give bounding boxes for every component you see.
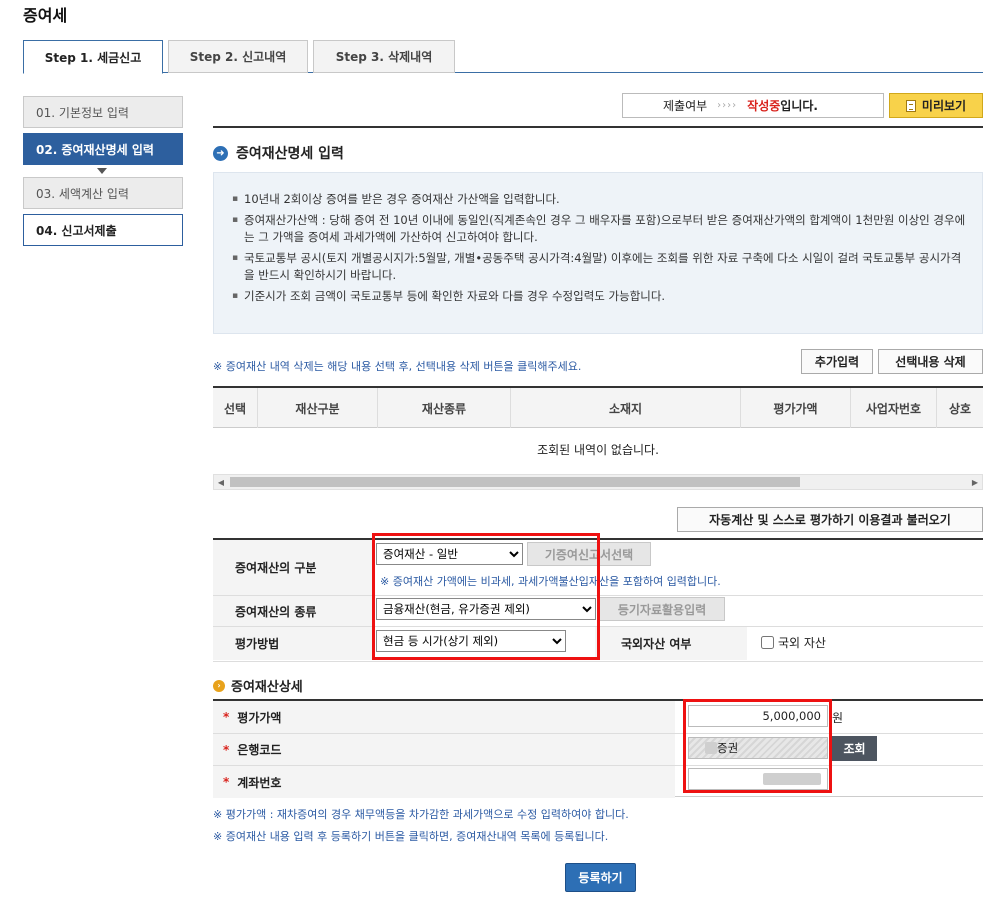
registry-input-button[interactable]: 등기자료활용입력: [599, 597, 725, 621]
scrollbar-thumb[interactable]: [230, 477, 800, 487]
info-box: 10년내 2회이상 증여를 받은 경우 증여재산 가산액을 입력합니다. 증여재…: [213, 172, 983, 334]
arrow-circle-icon: ➜: [213, 145, 228, 161]
sidebar-item-tax-calc[interactable]: 03. 세액계산 입력: [23, 177, 183, 209]
sidebar-item-submit[interactable]: 04. 신고서제출: [23, 214, 183, 246]
foreign-asset-label: 국외자산 여부: [595, 627, 747, 660]
foreign-asset-checkbox[interactable]: [761, 636, 774, 649]
tab-step1[interactable]: Step 1. 세금신고: [23, 40, 163, 74]
row-divider: [213, 661, 983, 662]
category-label: 증여재산의 구분: [213, 540, 373, 595]
sidebar-item-gift-property[interactable]: 02. 증여재산명세 입력: [23, 133, 183, 165]
preview-button-label: 미리보기: [921, 99, 967, 113]
detail-title-text: 증여재산상세: [231, 680, 303, 695]
required-mark: *: [223, 742, 230, 757]
page-title: 증여세: [23, 6, 68, 25]
register-button[interactable]: 등록하기: [565, 863, 636, 892]
header-divider: [213, 126, 983, 128]
info-item: 10년내 2회이상 증여를 받은 경우 증여재산 가산액을 입력합니다.: [232, 191, 968, 208]
step-arrow-icon: [97, 168, 107, 174]
tab-step2[interactable]: Step 2. 신고내역: [168, 40, 308, 73]
table-horizontal-scrollbar[interactable]: ◀ ▶: [213, 474, 983, 490]
status-label: 제출여부: [663, 99, 708, 113]
sidebar-item-basic-info[interactable]: 01. 기본정보 입력: [23, 96, 183, 128]
submission-status: 제출여부 ›››› 작성중 입니다.: [622, 93, 884, 118]
section-title-text: 증여재산명세 입력: [236, 146, 344, 162]
scroll-right-icon[interactable]: ▶: [968, 475, 982, 489]
bank-label: * 은행코드: [213, 734, 675, 765]
amount-unit: 원: [832, 711, 844, 725]
account-label: * 계좌번호: [213, 766, 675, 798]
add-entry-button[interactable]: 추가입력: [801, 349, 873, 374]
table-empty-message: 조회된 내역이 없습니다.: [537, 442, 659, 457]
tab-step3[interactable]: Step 3. 삭제내역: [313, 40, 455, 73]
account-label-text: 계좌번호: [237, 775, 282, 790]
method-label: 평가방법: [213, 627, 373, 660]
bullet-circle-icon: ›: [213, 679, 225, 692]
scroll-left-icon[interactable]: ◀: [214, 475, 228, 489]
bank-lookup-button[interactable]: 조회: [832, 736, 877, 761]
delete-selected-button[interactable]: 선택내용 삭제: [878, 349, 983, 374]
column-header: 사업자번호: [851, 388, 937, 428]
required-mark: *: [223, 710, 230, 724]
amount-label-text: 평가가액: [237, 710, 282, 725]
column-header: 평가가액: [741, 388, 851, 428]
info-item: 국토교통부 공시(토지 개별공시지가:5월말, 개별•공동주택 공시가격:4월말…: [232, 250, 968, 284]
footnote: ※ 평가가액 : 재차증여의 경우 채무액등을 차가감한 과세가액으로 수정 입…: [213, 808, 629, 821]
column-header: 재산구분: [258, 388, 378, 428]
document-icon: [905, 99, 916, 112]
status-suffix: 입니다.: [780, 99, 818, 113]
column-header: 재산종류: [378, 388, 511, 428]
preview-button[interactable]: 미리보기: [889, 93, 983, 118]
column-header: 선택: [213, 388, 258, 428]
amount-label: * 평가가액: [213, 701, 675, 733]
required-mark: *: [223, 775, 230, 789]
section-title: ➜ 증여재산명세 입력: [213, 143, 344, 163]
bank-label-text: 은행코드: [237, 743, 282, 757]
footnote: ※ 증여재산 내용 입력 후 등록하기 버튼을 클릭하면, 증여재산내역 목록에…: [213, 830, 609, 843]
status-arrows: ››››: [717, 100, 738, 111]
delete-note: ※ 증여재산 내역 삭제는 해당 내용 선택 후, 선택내용 삭제 버튼을 클릭…: [213, 360, 582, 373]
foreign-asset-checkbox-label: 국외 자산: [778, 636, 826, 650]
info-item: 증여재산가산액 : 당해 증여 전 10년 이내에 동일인(직계존속인 경우 그…: [232, 212, 968, 246]
status-state: 작성중: [747, 99, 781, 113]
type-label: 증여재산의 종류: [213, 596, 373, 626]
load-auto-calc-button[interactable]: 자동계산 및 스스로 평가하기 이용결과 불러오기: [677, 507, 983, 532]
property-table-header: 선택 재산구분 재산종류 소재지 평가가액 사업자번호 상호: [213, 386, 983, 428]
highlight-box-form: [372, 533, 600, 660]
foreign-asset-option[interactable]: 국외 자산: [761, 634, 826, 651]
column-header: 상호: [948, 401, 972, 416]
step-tabs: Step 1. 세금신고 Step 2. 신고내역 Step 3. 삭제내역: [23, 40, 983, 74]
info-item: 기준시가 조회 금액이 국토교통부 등에 확인한 자료와 다를 경우 수정입력도…: [232, 288, 968, 305]
highlight-box-detail: [683, 699, 832, 793]
column-header: 소재지: [511, 388, 741, 428]
detail-title: › 증여재산상세: [213, 676, 303, 695]
